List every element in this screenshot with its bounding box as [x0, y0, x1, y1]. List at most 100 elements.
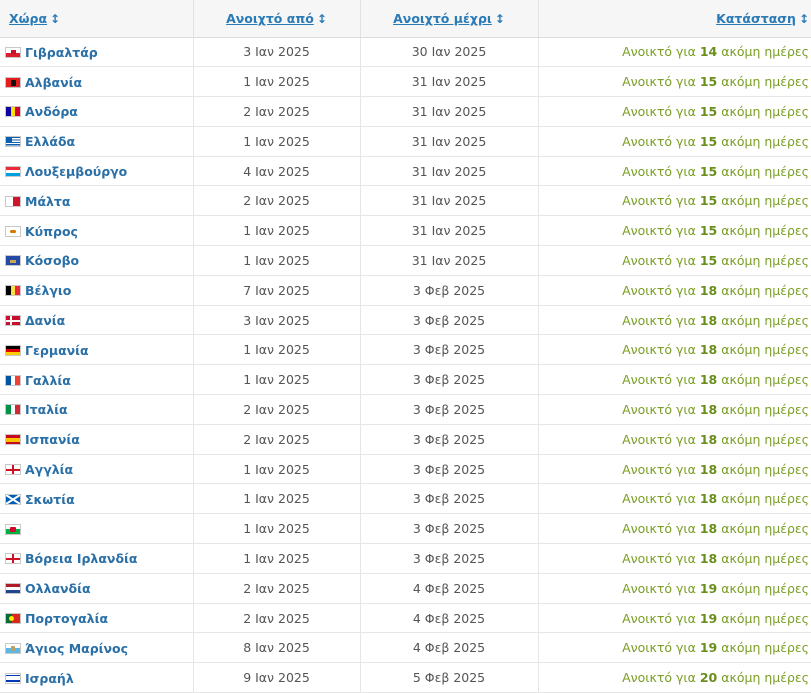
- table-row: Ελλάδα 1 Ιαν 2025 31 Ιαν 2025 Ανοικτό για 1…: [0, 126, 811, 157]
- country-link[interactable]: Δανία: [25, 313, 65, 328]
- open-until-cell: 3 Φεβ 2025: [360, 424, 539, 455]
- status-cell: Ανοικτό για 15 ακόμη ημέρες: [538, 245, 811, 276]
- column-header-open-from[interactable]: Ανοιχτό από ↕: [193, 0, 361, 38]
- denmark-flag-icon: [5, 315, 21, 327]
- status-cell: Ανοικτό για 18 ακόμη ημέρες: [538, 424, 811, 455]
- country-link[interactable]: Σκωτία: [25, 492, 75, 507]
- status-suffix: ακόμη ημέρες: [721, 640, 809, 656]
- country-cell: Γερμανία: [0, 334, 194, 366]
- country-link[interactable]: Αλβανία: [25, 75, 82, 90]
- table-row: Ιταλία 2 Ιαν 2025 3 Φεβ 2025 Ανοικτό για 18…: [0, 394, 811, 425]
- days-remaining: 18: [699, 342, 718, 358]
- country-cell: Γιβραλτάρ: [0, 37, 194, 68]
- days-remaining: 14: [699, 44, 718, 60]
- country-cell: Γαλλία: [0, 364, 194, 396]
- open-until-cell: 3 Φεβ 2025: [360, 305, 539, 336]
- status-prefix: Ανοικτό για: [622, 431, 696, 447]
- open-from-cell: 1 Ιαν 2025: [193, 454, 361, 485]
- country-cell: Ελλάδα: [0, 126, 194, 157]
- country-link[interactable]: Γιβραλτάρ: [25, 45, 98, 60]
- status-cell: Ανοικτό για 20 ακόμη ημέρες: [538, 662, 811, 693]
- country-link[interactable]: Μάλτα: [25, 194, 71, 209]
- country-link[interactable]: Κόσοβο: [25, 253, 79, 268]
- sort-by-status-link[interactable]: Κατάσταση: [716, 11, 796, 26]
- country-link[interactable]: Ισραήλ: [25, 671, 74, 686]
- france-flag-icon: [5, 374, 21, 386]
- country-cell: Μάλτα: [0, 185, 194, 217]
- england-flag-icon: [5, 464, 21, 476]
- country-link[interactable]: Βέλγιο: [25, 283, 71, 298]
- open-from-cell: 1 Ιαν 2025: [193, 245, 361, 276]
- status-prefix: Ανοικτό για: [622, 282, 696, 298]
- days-remaining: 18: [699, 312, 718, 328]
- country-cell: Άγιος Μαρίνος: [0, 632, 194, 664]
- sort-arrows-icon[interactable]: ↕: [317, 12, 327, 26]
- country-link[interactable]: Πορτογαλία: [25, 611, 108, 626]
- open-until-cell: 31 Ιαν 2025: [360, 66, 539, 98]
- status-suffix: ακόμη ημέρες: [721, 312, 809, 328]
- transfer-window-table: Χώρα ↕ Ανοιχτό από ↕ Ανοιχτό μέχρι ↕ Κατάστ…: [0, 0, 811, 693]
- status-cell: Ανοικτό για 18 ακόμη ημέρες: [538, 483, 811, 515]
- country-link[interactable]: Αγγλία: [25, 462, 73, 477]
- country-link[interactable]: Γερμανία: [25, 343, 89, 358]
- column-header-status[interactable]: Κατάσταση ↕: [538, 0, 811, 38]
- open-from-cell: 8 Ιαν 2025: [193, 632, 361, 664]
- spain-flag-icon: [5, 434, 21, 446]
- status-cell: Ανοικτό για 15 ακόμη ημέρες: [538, 66, 811, 98]
- status-cell: Ανοικτό για 15 ακόμη ημέρες: [538, 96, 811, 127]
- open-from-cell: 1 Ιαν 2025: [193, 334, 361, 366]
- open-until-cell: 31 Ιαν 2025: [360, 185, 539, 217]
- column-header-open-until[interactable]: Ανοιχτό μέχρι ↕: [360, 0, 539, 38]
- days-remaining: 19: [699, 580, 718, 596]
- status-cell: Ανοικτό για 19 ακόμη ημέρες: [538, 573, 811, 604]
- open-until-cell: 3 Φεβ 2025: [360, 394, 539, 425]
- open-until-cell: 3 Φεβ 2025: [360, 454, 539, 485]
- days-remaining: 18: [699, 521, 718, 537]
- table-row: Βέλγιο 7 Ιαν 2025 3 Φεβ 2025 Ανοικτό για 18…: [0, 275, 811, 306]
- days-remaining: 15: [699, 223, 718, 239]
- status-prefix: Ανοικτό για: [622, 193, 696, 209]
- status-cell: Ανοικτό για 18 ακόμη ημέρες: [538, 334, 811, 366]
- table-row: Άγιος Μαρίνος 8 Ιαν 2025 4 Φεβ 2025 Ανοικτό…: [0, 632, 811, 664]
- sort-by-open-from-link[interactable]: Ανοιχτό από: [226, 11, 314, 26]
- sort-arrows-icon[interactable]: ↕: [495, 12, 505, 26]
- status-suffix: ακόμη ημέρες: [721, 580, 809, 596]
- column-header-country[interactable]: Χώρα ↕: [0, 0, 194, 38]
- northern-ireland-flag-icon: [5, 553, 21, 565]
- country-link[interactable]: Ισπανία: [25, 432, 80, 447]
- country-link[interactable]: Λουξεμβούργο: [25, 164, 127, 179]
- status-prefix: Ανοικτό για: [622, 491, 696, 507]
- luxembourg-flag-icon: [5, 166, 21, 178]
- table-row: Σκωτία 1 Ιαν 2025 3 Φεβ 2025 Ανοικτό για 18…: [0, 483, 811, 515]
- status-prefix: Ανοικτό για: [622, 521, 696, 537]
- table-row: Γερμανία 1 Ιαν 2025 3 Φεβ 2025 Ανοικτό για …: [0, 334, 811, 366]
- country-link[interactable]: Ελλάδα: [25, 134, 75, 149]
- country-link[interactable]: Ανδόρα: [25, 104, 78, 119]
- open-until-cell: 4 Φεβ 2025: [360, 603, 539, 634]
- country-link[interactable]: Κύπρος: [25, 224, 78, 239]
- greece-flag-icon: [5, 136, 21, 148]
- open-from-cell: 3 Ιαν 2025: [193, 305, 361, 336]
- status-prefix: Ανοικτό για: [622, 461, 696, 477]
- open-from-cell: 4 Ιαν 2025: [193, 156, 361, 187]
- days-remaining: 19: [699, 640, 718, 656]
- country-link[interactable]: Άγιος Μαρίνος: [25, 641, 128, 656]
- country-link[interactable]: Βόρεια Ιρλανδία: [25, 551, 138, 566]
- status-suffix: ακόμη ημέρες: [721, 133, 809, 149]
- country-link[interactable]: Ολλανδία: [25, 581, 91, 596]
- country-link[interactable]: Ιταλία: [25, 402, 68, 417]
- sort-by-open-until-link[interactable]: Ανοιχτό μέχρι: [393, 11, 492, 26]
- sort-arrows-icon[interactable]: ↕: [799, 12, 809, 26]
- sort-arrows-icon[interactable]: ↕: [50, 12, 60, 26]
- status-cell: Ανοικτό για 15 ακόμη ημέρες: [538, 215, 811, 247]
- status-suffix: ακόμη ημέρες: [721, 282, 809, 298]
- days-remaining: 15: [699, 74, 718, 90]
- open-until-cell: 3 Φεβ 2025: [360, 543, 539, 574]
- status-prefix: Ανοικτό για: [622, 670, 696, 686]
- sort-by-country-link[interactable]: Χώρα: [9, 11, 47, 26]
- status-suffix: ακόμη ημέρες: [721, 670, 809, 686]
- status-cell: Ανοικτό για 18 ακόμη ημέρες: [538, 454, 811, 485]
- country-link[interactable]: Γαλλία: [25, 373, 71, 388]
- open-from-cell: 2 Ιαν 2025: [193, 185, 361, 217]
- status-suffix: ακόμη ημέρες: [721, 103, 809, 119]
